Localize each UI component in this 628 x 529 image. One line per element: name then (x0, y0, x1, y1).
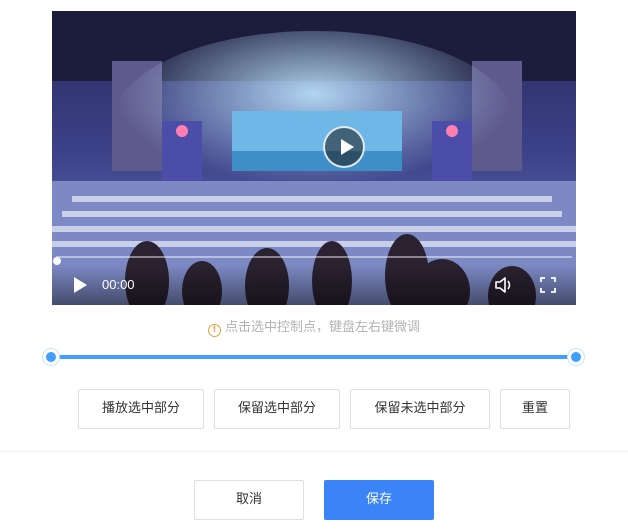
play-selected-button[interactable]: 播放选中部分 (78, 389, 204, 429)
progress-bar[interactable] (56, 256, 572, 258)
range-slider[interactable] (43, 349, 584, 365)
info-circle-icon: ! (207, 324, 221, 337)
current-time: 00:00 (102, 277, 135, 292)
volume-icon[interactable] (494, 276, 514, 294)
big-play-button[interactable] (323, 126, 365, 168)
reset-button[interactable]: 重置 (500, 389, 570, 429)
range-slider-track (51, 355, 576, 359)
cancel-button[interactable]: 取消 (194, 480, 304, 520)
hint-text: ! 点击选中控制点，键盘左右键微调 (0, 319, 628, 337)
keep-selected-button[interactable]: 保留选中部分 (214, 389, 340, 429)
range-end-handle[interactable] (568, 349, 584, 365)
footer-divider (0, 451, 628, 452)
play-icon[interactable] (72, 277, 88, 293)
video-trim-dialog: 00:00 ! 点击选中控制点，键盘左右键微调 播放选中部分 保留选中部分 保留未… (0, 0, 628, 529)
video-player[interactable]: 00:00 (52, 11, 576, 305)
keep-unselected-button[interactable]: 保留未选中部分 (350, 389, 490, 429)
progress-handle[interactable] (53, 257, 61, 265)
fullscreen-icon[interactable] (540, 277, 556, 293)
range-start-handle[interactable] (43, 349, 59, 365)
hint-label: 点击选中控制点，键盘左右键微调 (224, 320, 420, 335)
save-button[interactable]: 保存 (324, 480, 434, 520)
video-frame (52, 11, 576, 305)
